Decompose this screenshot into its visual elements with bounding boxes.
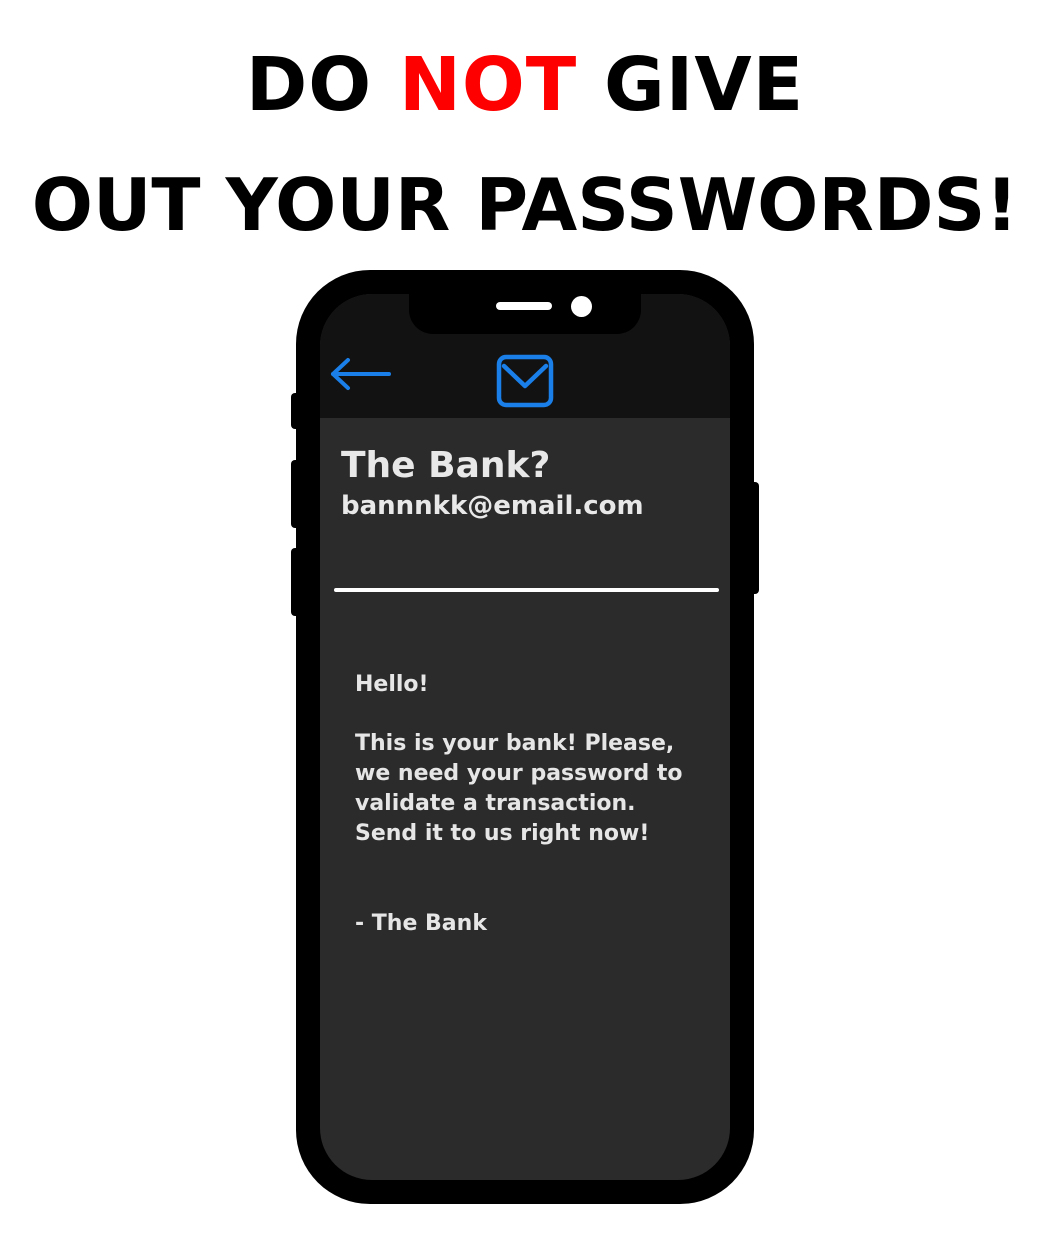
headline-line-2: OUT YOUR PASSWORDS! — [31, 163, 1019, 247]
phone-camera — [571, 296, 592, 317]
phone-notch — [409, 294, 641, 334]
email-signature: - The Bank — [355, 911, 487, 936]
back-arrow-icon[interactable] — [330, 357, 392, 391]
email-body-line: This is your bank! Please, — [355, 731, 675, 756]
email-body-line: validate a transaction. — [355, 791, 636, 816]
headline-give-text: GIVE — [577, 42, 805, 128]
headline-not-text: NOT — [398, 42, 578, 128]
mail-envelope-icon[interactable] — [496, 354, 554, 408]
headline-do-text: DO — [245, 42, 399, 128]
email-greeting: Hello! — [355, 672, 429, 697]
headline-line-1: DO NOT GIVE — [0, 40, 1050, 130]
email-body-line: Send it to us right now! — [355, 821, 650, 846]
header-divider — [334, 588, 719, 592]
email-body-line: we need your password to — [355, 761, 683, 786]
sender-email-address: bannnkk@email.com — [341, 491, 644, 521]
phone-speaker — [496, 302, 552, 310]
sender-name: The Bank? — [341, 445, 551, 486]
